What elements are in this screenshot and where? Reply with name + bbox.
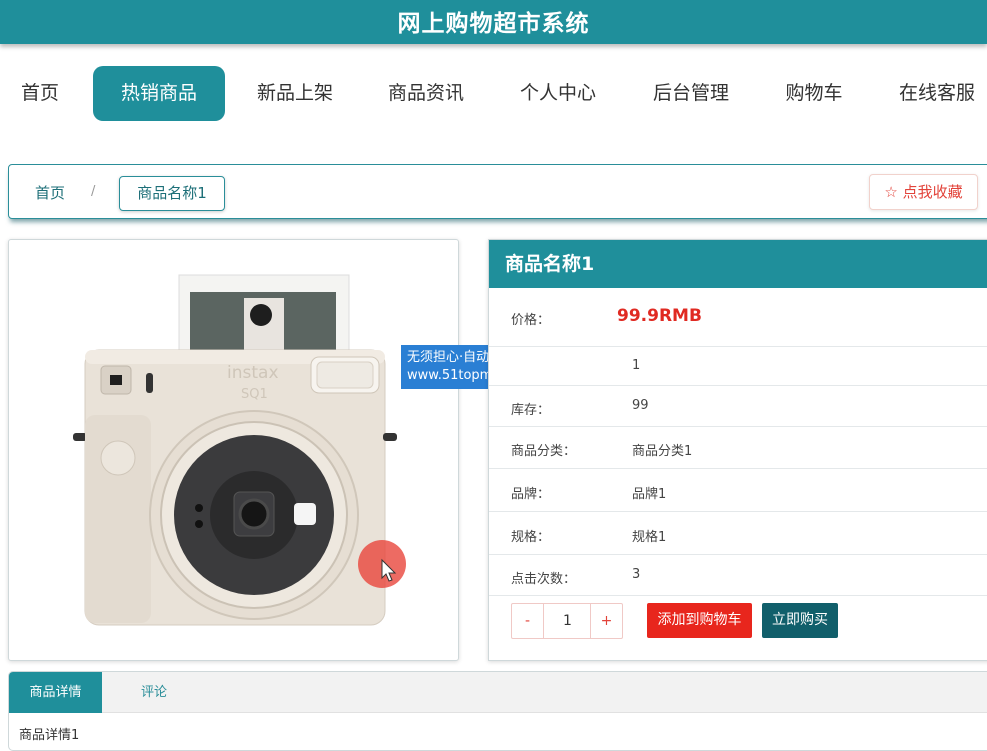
stock-label: 库存：: [511, 403, 551, 418]
tab-content: 商品详情1: [19, 728, 80, 743]
buy-now-button[interactable]: 立即购买: [762, 603, 838, 638]
nav-item-home[interactable]: 首页: [20, 66, 60, 121]
product-title: 商品名称1: [489, 240, 987, 288]
site-header: 网上购物超市系统: [0, 0, 987, 44]
cursor-highlight: [358, 540, 406, 588]
info-row-spec: 规格： 规格1: [489, 512, 987, 555]
quantity-increase-button[interactable]: +: [590, 604, 622, 638]
info-row-stock: 库存： 99: [489, 386, 987, 427]
category-label: 商品分类：: [511, 444, 577, 459]
stock-value: 99: [632, 398, 649, 413]
tab-product-details[interactable]: 商品详情: [9, 672, 102, 713]
quantity-stepper: - 1 +: [511, 603, 623, 639]
nav-item-support[interactable]: 在线客服: [896, 66, 978, 121]
brand-value: 品牌1: [632, 487, 667, 502]
nav-item-news[interactable]: 商品资讯: [385, 66, 467, 121]
brand-label: 品牌：: [511, 487, 551, 502]
unlabeled-value: 1: [632, 358, 641, 373]
nav-item-admin[interactable]: 后台管理: [650, 66, 732, 121]
price-label: 价格：: [511, 313, 551, 328]
camera-brand-text: instax: [227, 363, 279, 383]
clicks-value: 3: [632, 567, 641, 582]
spec-label: 规格：: [511, 530, 551, 545]
product-image-panel: instax SQ1: [8, 239, 459, 661]
product-image: instax SQ1: [73, 274, 397, 626]
nav-item-cart[interactable]: 购物车: [783, 66, 845, 121]
camera-model-text: SQ1: [241, 387, 268, 402]
breadcrumb-current: 商品名称1: [119, 176, 225, 211]
quantity-input[interactable]: 1: [545, 604, 590, 638]
price-value: 99.9RMB: [617, 306, 702, 326]
info-row-clicks: 点击次数： 3: [489, 555, 987, 596]
main-nav: 首页 热销商品 新品上架 商品资讯 个人中心 后台管理 购物车 在线客服: [0, 66, 987, 122]
info-row-price: 价格： 99.9RMB: [489, 288, 987, 347]
nav-item-hot-products[interactable]: 热销商品: [93, 66, 225, 121]
product-info-panel: 商品名称1 价格： 99.9RMB 1 库存： 99 商品分类： 商品分类1 品…: [488, 239, 987, 661]
spec-value: 规格1: [632, 530, 667, 545]
info-row-category: 商品分类： 商品分类1: [489, 427, 987, 469]
clicks-label: 点击次数：: [511, 572, 577, 587]
breadcrumb-home-link[interactable]: 首页: [35, 182, 65, 203]
favorite-button[interactable]: ☆ 点我收藏: [869, 174, 978, 210]
add-to-cart-button[interactable]: 添加到购物车: [647, 603, 752, 638]
category-value: 商品分类1: [632, 444, 693, 459]
tabs-bar: 商品详情 评论: [9, 672, 987, 713]
breadcrumb: 首页 / 商品名称1 ☆ 点我收藏: [8, 164, 987, 219]
info-row-brand: 品牌： 品牌1: [489, 469, 987, 512]
breadcrumb-separator: /: [91, 184, 96, 199]
site-title: 网上购物超市系统: [397, 11, 590, 37]
info-row-unlabeled: 1: [489, 347, 987, 386]
tab-comments[interactable]: 评论: [119, 672, 189, 713]
quantity-decrease-button[interactable]: -: [512, 604, 544, 638]
nav-item-profile[interactable]: 个人中心: [517, 66, 599, 121]
mouse-pointer-icon: [381, 558, 397, 582]
nav-item-new-products[interactable]: 新品上架: [254, 66, 336, 121]
product-tabs: 商品详情 评论 商品详情1: [8, 671, 987, 751]
